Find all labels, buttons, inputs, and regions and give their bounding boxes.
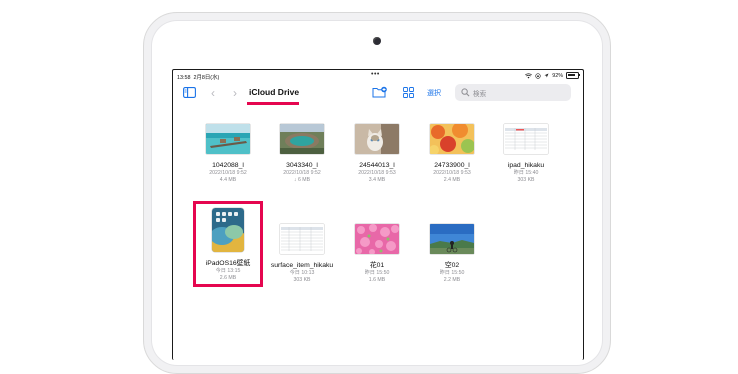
select-button[interactable]: 選択 xyxy=(427,88,441,98)
flowers-thumbnail xyxy=(355,224,399,255)
forward-chevron-icon[interactable]: › xyxy=(233,86,237,100)
new-folder-icon[interactable] xyxy=(372,86,387,98)
file-item[interactable]: 1042088_l 2022/10/18 9:52 4.4 MB xyxy=(193,124,263,184)
crater-thumbnail xyxy=(280,124,324,154)
sky-thumbnail xyxy=(430,224,474,254)
file-item[interactable]: ipad_hikaku 昨日 15:40 303 KB xyxy=(491,124,561,184)
file-size: 1.6 MB xyxy=(368,277,386,283)
battery-icon xyxy=(566,72,580,79)
file-date: 昨日 15:40 xyxy=(513,170,539,176)
file-size: 303 KB xyxy=(517,177,535,183)
file-item[interactable]: 空02 昨日 15:50 2.2 MB xyxy=(417,224,487,284)
search-icon xyxy=(461,88,470,97)
status-date: 2月8日(水) xyxy=(193,75,220,81)
file-size: 303 KB xyxy=(293,277,311,283)
file-size: 2.2 MB xyxy=(443,277,461,283)
status-bar: 13:58 2月8日(水) ••• 92% xyxy=(173,70,583,82)
battery-percent: 92% xyxy=(552,72,563,79)
grid-view-icon[interactable] xyxy=(403,87,414,98)
file-size: 4.4 MB xyxy=(219,177,237,183)
back-chevron-icon[interactable]: ‹ xyxy=(211,86,215,100)
autumn-leaves-thumbnail xyxy=(429,122,475,155)
highlight-annotation-box xyxy=(193,201,263,287)
search-placeholder: 検索 xyxy=(473,90,487,98)
orientation-lock-icon xyxy=(535,72,541,79)
file-size: ↓ 6 MB xyxy=(293,177,311,183)
lagoon-thumbnail xyxy=(206,124,250,154)
file-date: 2022/10/18 9:52 xyxy=(209,170,247,176)
file-size: 2.4 MB xyxy=(443,177,461,183)
file-item[interactable]: 3043340_l 2022/10/18 9:52 ↓ 6 MB xyxy=(267,124,337,184)
file-size: 3.4 MB xyxy=(368,177,386,183)
file-name: 花01 xyxy=(369,262,385,269)
folder-title: iCloud Drive xyxy=(249,87,300,97)
multitasking-dots[interactable]: ••• xyxy=(371,71,380,78)
file-item[interactable]: 24733900_l 2022/10/18 9:53 2.4 MB xyxy=(417,122,487,184)
file-name: surface_item_hikaku xyxy=(270,262,334,269)
spreadsheet-thumbnail xyxy=(504,124,548,154)
wifi-icon xyxy=(525,72,533,78)
file-date: 2022/10/18 9:53 xyxy=(433,170,471,176)
file-date: 2022/10/18 9:53 xyxy=(358,170,396,176)
file-item[interactable]: 花01 昨日 15:50 1.6 MB xyxy=(342,224,412,284)
file-name: 3043340_l xyxy=(286,162,318,169)
file-name: 空02 xyxy=(444,262,460,269)
file-date: 昨日 15:50 xyxy=(439,270,465,276)
file-date: 昨日 15:50 xyxy=(364,270,390,276)
file-name: 24544013_l xyxy=(359,162,395,169)
file-date: 2022/10/18 9:52 xyxy=(283,170,321,176)
search-field[interactable]: 検索 xyxy=(455,84,571,101)
file-item[interactable]: 24544013_l 2022/10/18 9:53 3.4 MB xyxy=(342,124,412,184)
file-name: 1042088_l xyxy=(212,162,244,169)
toolbar: ‹ › iCloud Drive 選択 検索 xyxy=(173,82,583,110)
spreadsheet-thumbnail xyxy=(280,224,324,254)
file-name: ipad_hikaku xyxy=(507,162,545,169)
file-name: 24733900_l xyxy=(434,162,470,169)
front-camera xyxy=(373,37,381,45)
status-time: 13:58 xyxy=(177,75,191,81)
file-item[interactable]: surface_item_hikaku 今日 10:13 303 KB xyxy=(267,224,337,284)
location-icon xyxy=(544,73,549,78)
title-underline-annotation xyxy=(247,102,299,105)
cat-thumbnail xyxy=(355,124,399,154)
sidebar-toggle-icon[interactable] xyxy=(183,87,196,98)
file-date: 今日 10:13 xyxy=(289,270,315,276)
